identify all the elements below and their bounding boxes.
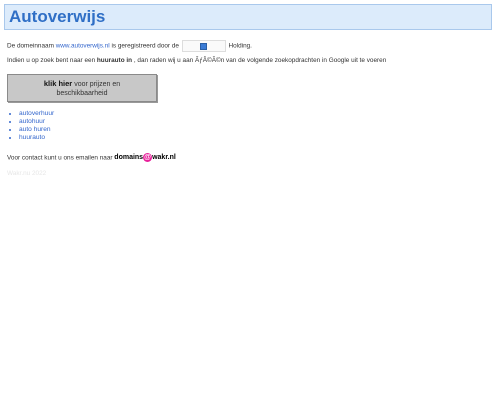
link-autoverhuur[interactable]: autoverhuur bbox=[19, 110, 54, 117]
list-item: autohuur bbox=[19, 118, 54, 126]
search-links-list: autoverhuur autohuur auto huren huurauto bbox=[9, 110, 54, 142]
contact-line: Voor contact kunt u ons emailen naar dom… bbox=[7, 153, 176, 162]
list-item: huurauto bbox=[19, 134, 54, 142]
email-domain: wakr.nl bbox=[152, 154, 176, 162]
contact-text: Voor contact kunt u ons emailen naar bbox=[7, 154, 113, 162]
cta-label-2: beschikbaarheid bbox=[56, 90, 108, 97]
domain-intro: De domeinnaam www.autoverwijs.nl is gere… bbox=[7, 40, 252, 52]
search-pre-text: Indien u op zoek bent naar een bbox=[7, 57, 96, 64]
holding-text: Holding. bbox=[228, 42, 252, 50]
search-suggestion: Indien u op zoek bent naar een huurauto … bbox=[7, 57, 386, 64]
email-user: domains bbox=[114, 154, 144, 162]
cta-label-1: voor prijzen en bbox=[74, 81, 121, 88]
prices-availability-button[interactable]: klik hier voor prijzen en beschikbaarhei… bbox=[7, 74, 157, 102]
link-huurauto[interactable]: huurauto bbox=[19, 134, 45, 141]
domain-link[interactable]: www.autoverwijs.nl bbox=[56, 43, 110, 50]
search-term: huurauto in bbox=[96, 57, 133, 64]
at-icon: @ bbox=[143, 153, 153, 162]
holding-logo-icon bbox=[181, 40, 226, 52]
cta-bold-label: klik hier bbox=[43, 79, 73, 88]
list-item: autoverhuur bbox=[19, 110, 54, 118]
link-auto-huren[interactable]: auto huren bbox=[19, 126, 51, 133]
intro-mid-text: is geregistreerd door de bbox=[111, 42, 179, 50]
page-title: Autoverwijs bbox=[9, 7, 106, 26]
contact-email[interactable]: domains@wakr.nl bbox=[114, 153, 176, 162]
list-item: auto huren bbox=[19, 126, 54, 134]
footer-faint-text: Wakr.nu 2022 bbox=[7, 170, 47, 177]
page-header: Autoverwijs bbox=[4, 4, 492, 30]
link-autohuur[interactable]: autohuur bbox=[19, 118, 45, 125]
search-post-text: , dan raden wij u aan ÃƒÂ©Ã©n van de vol… bbox=[133, 57, 387, 64]
intro-text: De domeinnaam bbox=[7, 42, 54, 50]
